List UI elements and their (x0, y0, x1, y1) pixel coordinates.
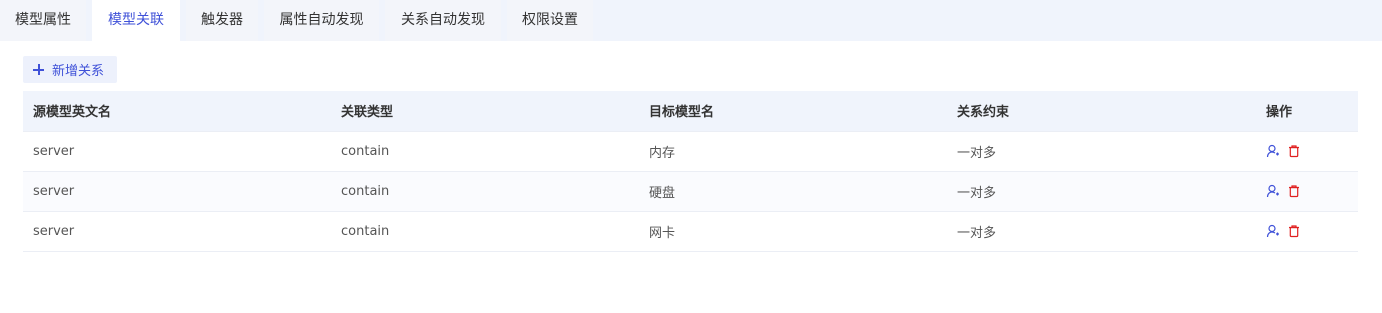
tab-triggers[interactable]: 触发器 (186, 0, 258, 41)
column-header-source: 源模型英文名 (33, 105, 112, 121)
cell-target: 内存 (649, 145, 676, 161)
table-row: server contain 内存 一对多 (23, 131, 1358, 171)
relations-table: 源模型英文名 关联类型 目标模型名 关系约束 操作 server contain… (23, 91, 1358, 252)
cell-type: contain (341, 223, 390, 239)
cell-constraint: 一对多 (957, 185, 997, 201)
table-header-row: 源模型英文名 关联类型 目标模型名 关系约束 操作 (23, 91, 1358, 131)
cell-constraint: 一对多 (957, 145, 997, 161)
add-relation-button[interactable]: 新增关系 (23, 56, 117, 83)
tab-permissions[interactable]: 权限设置 (507, 0, 593, 41)
add-relation-label: 新增关系 (52, 64, 105, 79)
cell-actions (1256, 171, 1358, 211)
cell-type: contain (341, 183, 390, 199)
cell-target: 硬盘 (649, 185, 676, 201)
column-header-target: 目标模型名 (649, 105, 715, 121)
tab-model-relations[interactable]: 模型关联 (92, 0, 180, 41)
cell-actions (1256, 211, 1358, 251)
cell-constraint: 一对多 (957, 225, 997, 241)
table-row: server contain 网卡 一对多 (23, 211, 1358, 251)
trash-icon[interactable] (1287, 184, 1301, 198)
cell-target: 网卡 (649, 225, 676, 241)
cell-source: server (33, 143, 75, 159)
column-header-actions: 操作 (1266, 105, 1293, 121)
cell-actions (1256, 131, 1358, 171)
column-header-type: 关联类型 (341, 105, 394, 121)
table-row: server contain 硬盘 一对多 (23, 171, 1358, 211)
tab-relation-discovery[interactable]: 关系自动发现 (385, 0, 501, 41)
column-header-constraint: 关系约束 (957, 105, 1010, 121)
tab-bar: 模型属性 模型关联 触发器 属性自动发现 关系自动发现 权限设置 (0, 0, 1382, 41)
trash-icon[interactable] (1287, 144, 1301, 158)
user-edit-icon[interactable] (1266, 224, 1280, 238)
tab-attribute-discovery[interactable]: 属性自动发现 (264, 0, 379, 41)
user-edit-icon[interactable] (1266, 144, 1280, 158)
trash-icon[interactable] (1287, 224, 1301, 238)
tab-model-attributes[interactable]: 模型属性 (0, 0, 86, 41)
cell-type: contain (341, 143, 390, 159)
cell-source: server (33, 183, 75, 199)
user-edit-icon[interactable] (1266, 184, 1280, 198)
cell-source: server (33, 223, 75, 239)
plus-icon (33, 64, 44, 75)
